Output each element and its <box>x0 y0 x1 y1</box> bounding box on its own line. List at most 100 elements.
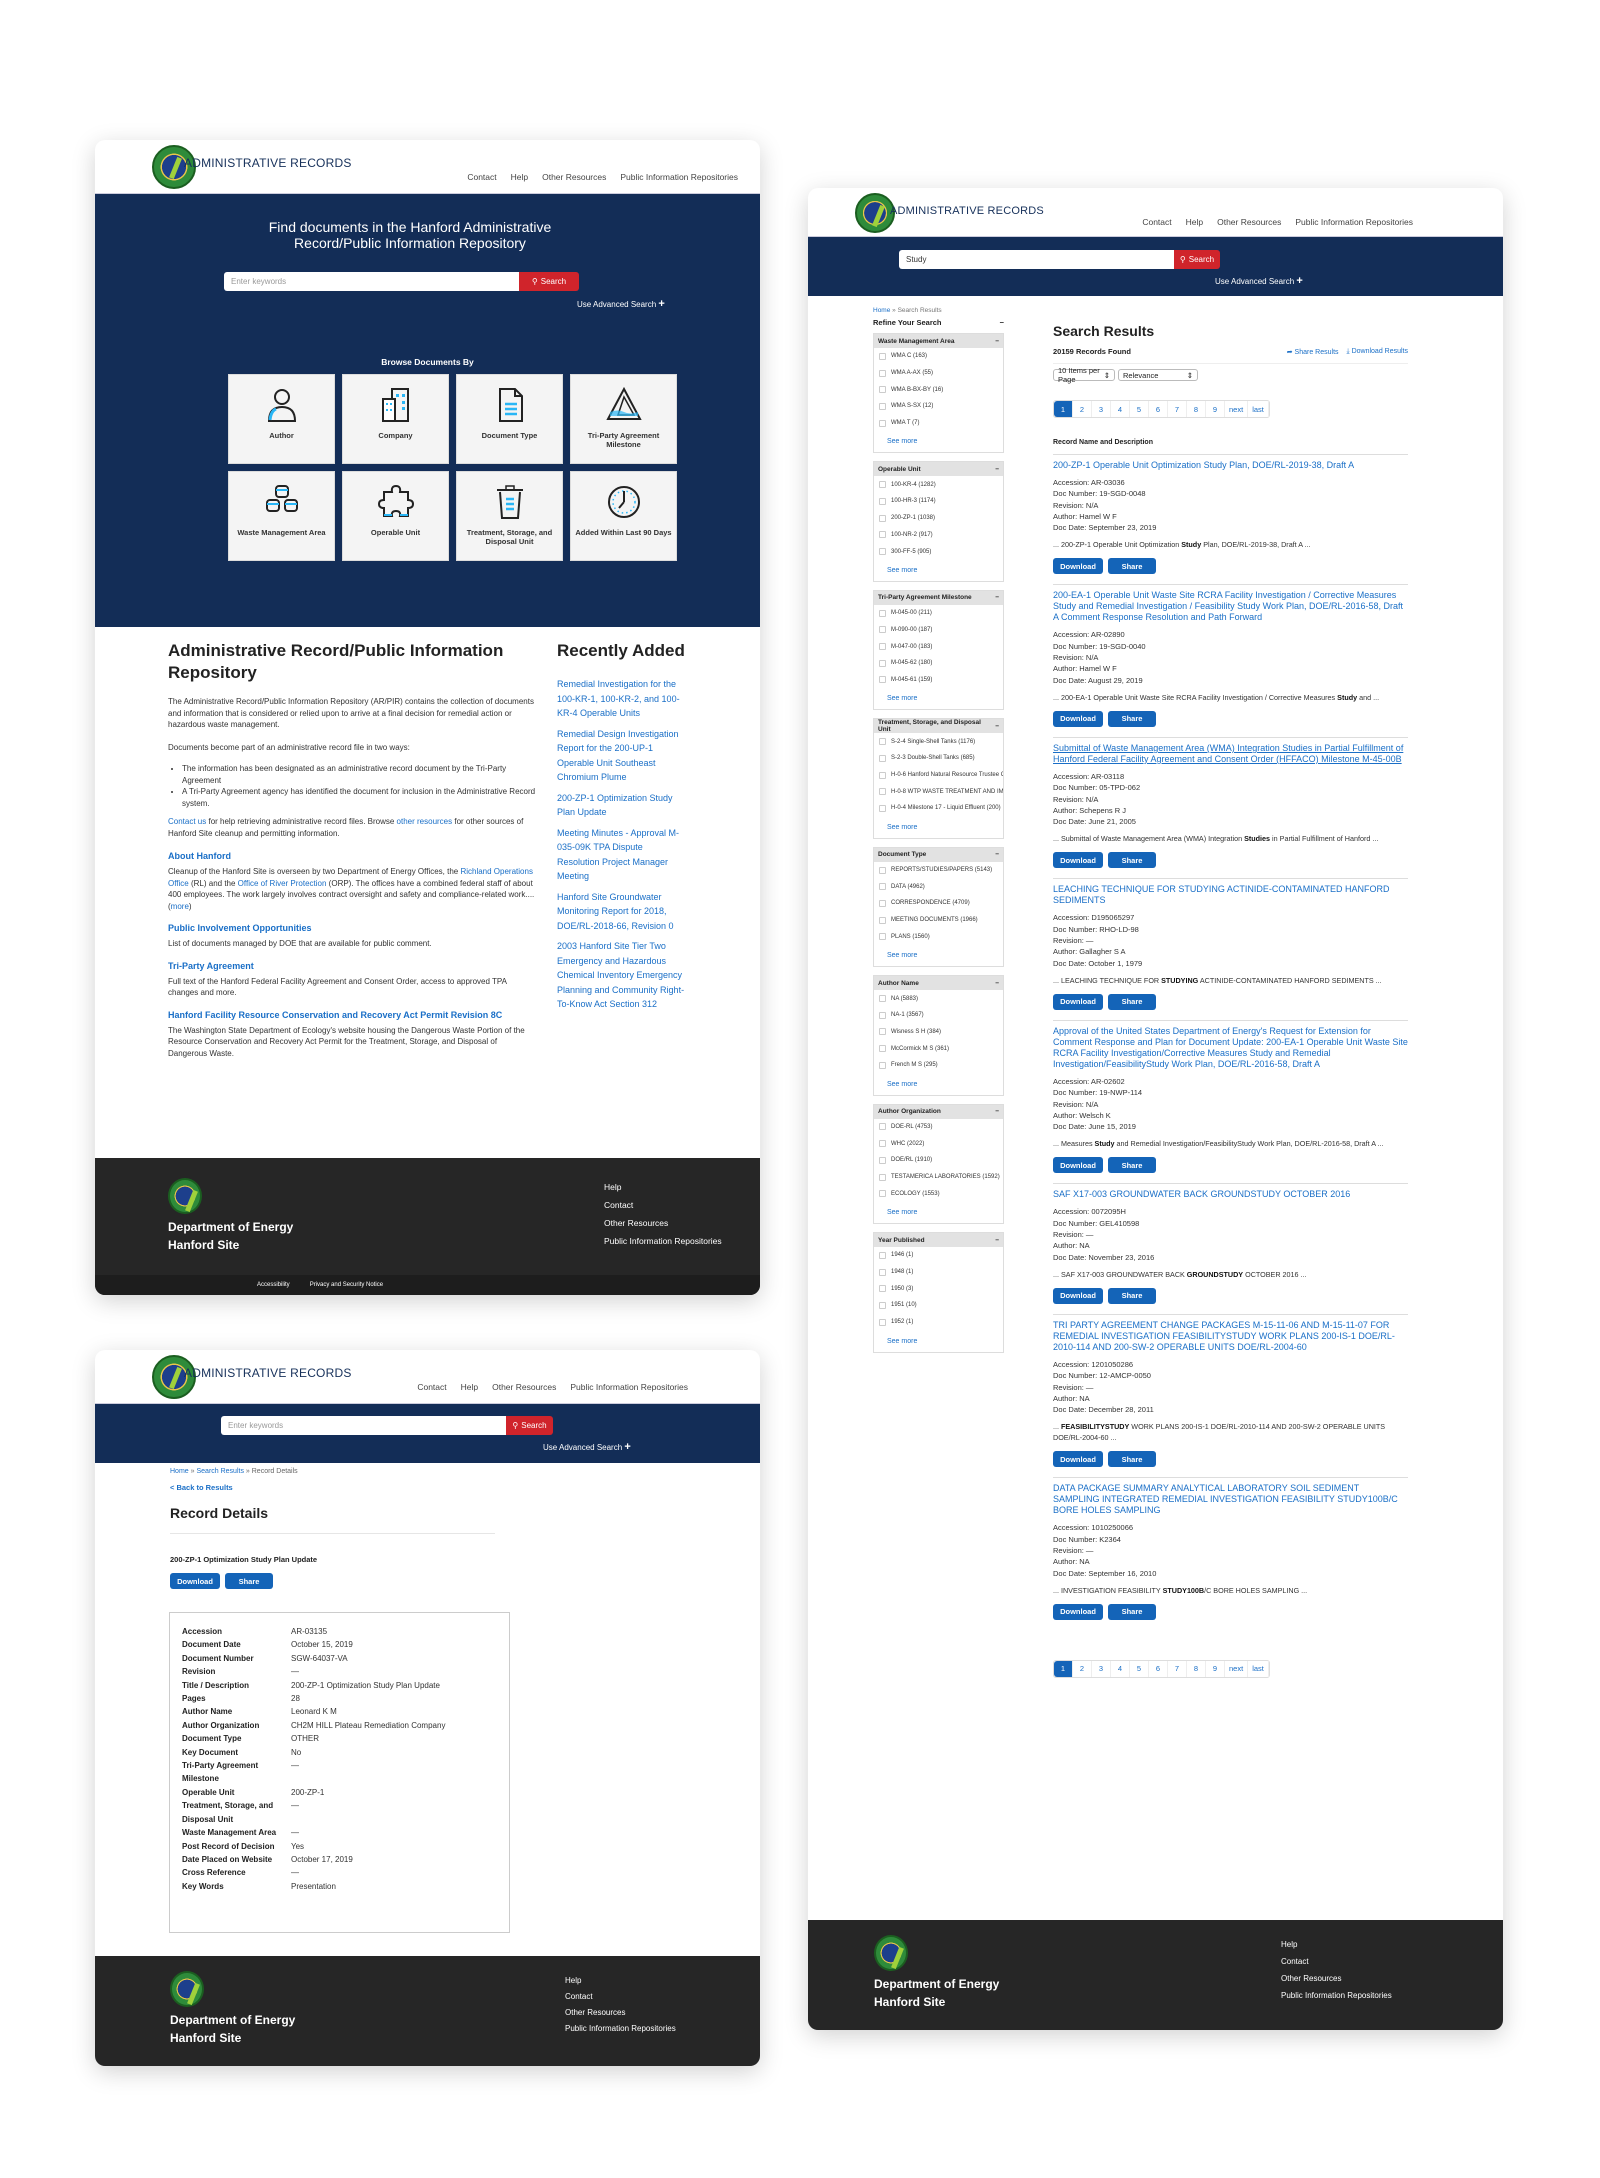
checkbox[interactable] <box>879 1301 886 1309</box>
browse-tile-last-90-days[interactable]: Added Within Last 90 Days <box>570 471 677 561</box>
facet-option[interactable]: NA-1 (3567) <box>874 1007 1003 1024</box>
footer-repos-link[interactable]: Public Information Repositories <box>565 2021 676 2037</box>
see-more-link[interactable]: See more <box>874 1331 1003 1352</box>
checkbox[interactable] <box>879 1318 886 1326</box>
facet-option[interactable]: WMA C (163) <box>874 348 1003 365</box>
checkbox[interactable] <box>879 883 886 891</box>
facet-option[interactable]: M-045-62 (180) <box>874 655 1003 672</box>
footer-repos-link[interactable]: Public Information Repositories <box>604 1232 722 1250</box>
collapse-icon[interactable]: − <box>995 466 999 473</box>
refine-header[interactable]: Refine Your Search − <box>873 318 1004 327</box>
facet-option[interactable]: PLANS (1560) <box>874 929 1003 946</box>
result-title-link[interactable]: SAF X17-003 GROUNDWATER BACK GROUNDSTUDY… <box>1053 1189 1408 1200</box>
footer-other-resources-link[interactable]: Other Resources <box>565 2005 676 2021</box>
see-more-link[interactable]: See more <box>874 817 1003 838</box>
facet-header[interactable]: Waste Management Area − <box>874 334 1003 348</box>
checkbox[interactable] <box>879 1285 886 1293</box>
facet-option[interactable]: WMA T (7) <box>874 415 1003 432</box>
browse-tile-tsd-unit[interactable]: Treatment, Storage, and Disposal Unit <box>456 471 563 561</box>
page-link-6[interactable]: 6 <box>1149 401 1168 417</box>
about-hanford-link[interactable]: About Hanford <box>168 851 538 861</box>
facet-option[interactable]: 300-FF-5 (905) <box>874 543 1003 560</box>
public-involvement-link[interactable]: Public Involvement Opportunities <box>168 923 538 933</box>
page-link-1[interactable]: 1 <box>1054 1660 1073 1677</box>
footer-help-link[interactable]: Help <box>1281 1936 1392 1953</box>
nav-contact[interactable]: Contact <box>417 1382 446 1392</box>
breadcrumb-home[interactable]: Home <box>873 307 890 314</box>
facet-option[interactable]: 1951 (10) <box>874 1297 1003 1314</box>
checkbox[interactable] <box>879 1268 886 1276</box>
page-link-2[interactable]: 2 <box>1073 1660 1092 1677</box>
checkbox[interactable] <box>879 626 886 634</box>
recent-link[interactable]: Remedial Design Investigation Report for… <box>557 727 685 785</box>
recent-link[interactable]: 200-ZP-1 Optimization Study Plan Update <box>557 791 685 820</box>
facet-header[interactable]: Author Name − <box>874 976 1003 991</box>
footer-contact-link[interactable]: Contact <box>565 1989 676 2005</box>
checkbox[interactable] <box>879 609 886 617</box>
sort-select[interactable]: Relevance ⇕ <box>1118 369 1198 381</box>
footer-other-resources-link[interactable]: Other Resources <box>1281 1970 1392 1987</box>
search-input[interactable] <box>221 1416 506 1435</box>
checkbox[interactable] <box>879 866 886 874</box>
checkbox[interactable] <box>879 1011 886 1019</box>
facet-option[interactable]: M-045-00 (211) <box>874 605 1003 622</box>
checkbox[interactable] <box>879 754 886 762</box>
share-button[interactable]: Share <box>1108 1287 1156 1304</box>
facet-option[interactable]: 1946 (1) <box>874 1247 1003 1264</box>
collapse-icon[interactable]: − <box>995 980 999 987</box>
facet-option[interactable]: 1950 (3) <box>874 1280 1003 1297</box>
result-title-link[interactable]: LEACHING TECHNIQUE FOR STUDYING ACTINIDE… <box>1053 884 1408 906</box>
search-button[interactable]: ⚲ Search <box>506 1416 553 1435</box>
site-brand[interactable]: ADMINISTRATIVE RECORDS <box>184 156 352 170</box>
see-more-link[interactable]: See more <box>874 560 1003 581</box>
checkbox[interactable] <box>879 1190 886 1198</box>
facet-option[interactable]: S-2-3 Double-Shell Tanks (685) <box>874 750 1003 767</box>
nav-contact[interactable]: Contact <box>1142 217 1171 227</box>
facet-header[interactable]: Operable Unit − <box>874 462 1003 477</box>
checkbox[interactable] <box>879 804 886 812</box>
recent-link[interactable]: 2003 Hanford Site Tier Two Emergency and… <box>557 939 685 1012</box>
nav-other-resources[interactable]: Other Resources <box>1217 217 1281 227</box>
facet-option[interactable]: McCormick M S (361) <box>874 1040 1003 1057</box>
tpa-link[interactable]: Tri-Party Agreement <box>168 961 538 971</box>
result-title-link[interactable]: 200-EA-1 Operable Unit Waste Site RCRA F… <box>1053 590 1408 623</box>
result-title-link[interactable]: 200-ZP-1 Operable Unit Optimization Stud… <box>1053 460 1408 471</box>
recent-link[interactable]: Remedial Investigation for the 100-KR-1,… <box>557 677 685 721</box>
checkbox[interactable] <box>879 1156 886 1164</box>
facet-option[interactable]: WHC (2022) <box>874 1135 1003 1152</box>
checkbox[interactable] <box>879 352 886 360</box>
download-button[interactable]: Download <box>1053 1287 1103 1304</box>
site-brand[interactable]: ADMINISTRATIVE RECORDS <box>890 205 1044 217</box>
facet-option[interactable]: 100-NR-2 (917) <box>874 527 1003 544</box>
share-button[interactable]: Share <box>1108 993 1156 1010</box>
see-more-link[interactable]: See more <box>874 945 1003 966</box>
page-link-3[interactable]: 3 <box>1092 401 1111 417</box>
result-title-link[interactable]: DATA PACKAGE SUMMARY ANALYTICAL LABORATO… <box>1053 1483 1408 1516</box>
page-link-7[interactable]: 7 <box>1168 1660 1187 1677</box>
page-link-5[interactable]: 5 <box>1130 401 1149 417</box>
search-button[interactable]: ⚲ Search <box>519 272 579 291</box>
privacy-link[interactable]: Privacy and Security Notice <box>310 1282 383 1288</box>
checkbox[interactable] <box>879 1173 886 1181</box>
nav-public-info-repos[interactable]: Public Information Repositories <box>620 172 738 182</box>
download-button[interactable]: Download <box>1053 993 1103 1010</box>
collapse-icon[interactable]: − <box>995 1237 999 1244</box>
collapse-icon[interactable]: − <box>995 594 999 601</box>
nav-help[interactable]: Help <box>461 1382 478 1392</box>
facet-option[interactable]: DATA (4962) <box>874 878 1003 895</box>
advanced-search-link[interactable]: Use Advanced Search + <box>543 1441 631 1453</box>
facet-option[interactable]: 100-HR-3 (1174) <box>874 493 1003 510</box>
share-button[interactable]: Share <box>1108 852 1156 869</box>
checkbox[interactable] <box>879 1045 886 1053</box>
facet-option[interactable]: 200-ZP-1 (1038) <box>874 510 1003 527</box>
download-button[interactable]: Download <box>1053 1603 1103 1620</box>
facet-option[interactable]: French M S (295) <box>874 1057 1003 1074</box>
facet-option[interactable]: 1952 (1) <box>874 1314 1003 1331</box>
facet-option[interactable]: H-0-4 Milestone 17 - Liquid Effluent (20… <box>874 800 1003 817</box>
page-link-next[interactable]: next <box>1225 1660 1249 1677</box>
page-link-next[interactable]: next <box>1225 401 1249 417</box>
advanced-search-link[interactable]: Use Advanced Search + <box>577 298 665 310</box>
checkbox[interactable] <box>879 1140 886 1148</box>
checkbox[interactable] <box>879 1123 886 1131</box>
collapse-icon[interactable]: − <box>995 338 999 345</box>
